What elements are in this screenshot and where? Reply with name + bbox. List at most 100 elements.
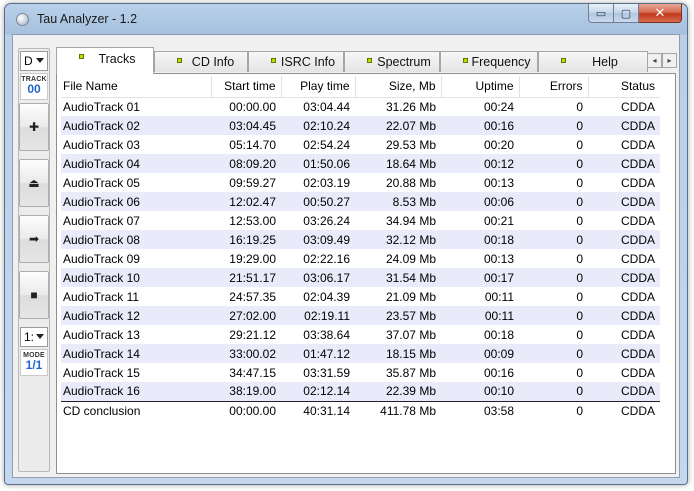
table-row[interactable]: AudioTrack 12 27:02.00 02:19.11 23.57 Mb 00:…: [61, 306, 660, 325]
cell-play-time: 03:04.44: [303, 99, 350, 114]
cell-play-time: 00:50.27: [281, 192, 355, 211]
cell-size: 23.57 Mb: [355, 306, 441, 325]
cell-status: CDDA: [620, 137, 655, 152]
cell-start-time: 27:02.00: [211, 306, 281, 325]
tab-help[interactable]: Help: [538, 51, 648, 72]
cell-play-time: 03:38.64: [303, 327, 350, 342]
tab-scroll-left-button[interactable]: ◂: [647, 53, 662, 68]
cell-status: CDDA: [588, 344, 660, 363]
column-header-file-name[interactable]: File Name: [61, 76, 212, 98]
cell-file-name: AudioTrack 13: [63, 327, 140, 342]
cell-errors: 0: [576, 137, 583, 152]
tab-frequency[interactable]: Frequency: [440, 51, 538, 72]
summary-row[interactable]: CD conclusion 00:00.00 40:31.14 411.78 M…: [61, 400, 660, 421]
table-row[interactable]: AudioTrack 05 09:59.27 02:03.19 20.88 Mb 00:…: [61, 173, 660, 192]
table-row[interactable]: AudioTrack 04 08:09.20 01:50.06 18.64 Mb 00:…: [61, 154, 660, 173]
cell-errors: 0: [519, 230, 588, 249]
cell-uptime: 00:16: [483, 365, 514, 380]
tab-tracks[interactable]: Tracks: [56, 47, 154, 74]
minimize-button[interactable]: ▭: [588, 4, 614, 23]
cell-status: CDDA: [620, 99, 655, 114]
column-header-row: File Name Start time Play time Size, Mb …: [61, 76, 660, 98]
cell-errors: 0: [519, 116, 588, 135]
table-row[interactable]: AudioTrack 08 16:19.25 03:09.49 32.12 Mb 00:…: [61, 230, 660, 249]
tab-isrc-info[interactable]: ISRC Info: [248, 51, 344, 72]
eject-button[interactable]: ⏏: [19, 159, 49, 207]
cell-play-time: 02:10.24: [281, 116, 355, 135]
cell-errors: 0: [576, 213, 583, 228]
column-header-status[interactable]: Status: [588, 76, 660, 98]
window-controls: ▭ ▢ ✕: [588, 4, 682, 23]
cell-status: CDDA: [588, 230, 660, 249]
app-window: Tau Analyzer - 1.2 ▭ ▢ ✕ D TRACK 00 ✚ ⏏: [4, 3, 688, 485]
cell-start-time: 16:19.25: [211, 230, 281, 249]
cell-play-time: 02:12.14: [281, 382, 355, 401]
maximize-button[interactable]: ▢: [614, 4, 639, 23]
drive-select[interactable]: D: [20, 51, 48, 71]
tab-label: Help: [592, 55, 618, 69]
summary-status: CDDA: [588, 400, 660, 421]
cell-file-name: AudioTrack 08: [61, 230, 211, 249]
table-row[interactable]: AudioTrack 02 03:04.45 02:10.24 22.07 Mb 00:…: [61, 116, 660, 135]
cell-status: CDDA: [620, 251, 655, 266]
stop-icon: ■: [30, 288, 38, 302]
cell-errors: 0: [576, 175, 583, 190]
app-icon[interactable]: [16, 13, 29, 26]
close-button[interactable]: ✕: [639, 4, 682, 23]
cell-play-time: 01:50.06: [281, 154, 355, 173]
track-counter-value: 00: [27, 82, 41, 96]
add-button[interactable]: ✚: [19, 103, 49, 151]
cell-uptime: 00:11: [484, 289, 514, 304]
column-header-errors[interactable]: Errors: [519, 76, 589, 98]
speed-select-value: 1:: [24, 330, 35, 344]
cell-errors: 0: [576, 99, 583, 114]
table-row[interactable]: AudioTrack 13 29:21.12 03:38.64 37.07 Mb 00:…: [61, 325, 660, 344]
cell-errors: 0: [519, 192, 588, 211]
cell-start-time: 34:47.15: [229, 365, 276, 380]
table-row[interactable]: AudioTrack 11 24:57.35 02:04.39 21.09 Mb 00:…: [61, 287, 660, 306]
cell-start-time: 05:14.70: [229, 137, 276, 152]
cell-size: 22.07 Mb: [355, 116, 441, 135]
cell-file-name: AudioTrack 12: [61, 306, 211, 325]
cell-file-name: AudioTrack 04: [61, 154, 211, 173]
table-row[interactable]: AudioTrack 10 21:51.17 03:06.17 31.54 Mb 00:…: [61, 268, 660, 287]
cell-uptime: 00:24: [483, 99, 514, 114]
plus-icon: ✚: [28, 120, 40, 134]
column-header-play-time[interactable]: Play time: [281, 76, 356, 98]
tab-spectrum[interactable]: Spectrum: [344, 51, 440, 72]
cell-uptime: 00:09: [441, 344, 519, 363]
cell-play-time: 02:04.39: [303, 289, 350, 304]
cell-errors: 0: [519, 268, 588, 287]
cell-status: CDDA: [588, 116, 660, 135]
cell-file-name: AudioTrack 07: [63, 213, 140, 228]
cell-uptime: 00:13: [483, 175, 514, 190]
table-row[interactable]: AudioTrack 15 34:47.15 03:31.59 35.87 Mb 00:…: [61, 363, 660, 382]
stop-button[interactable]: ■: [19, 271, 49, 319]
table-row[interactable]: AudioTrack 06 12:02.47 00:50.27 8.53 Mb 00:0…: [61, 192, 660, 211]
title-bar[interactable]: Tau Analyzer - 1.2 ▭ ▢ ✕: [5, 4, 687, 34]
column-header-uptime[interactable]: Uptime: [441, 76, 520, 98]
column-header-start-time[interactable]: Start time: [211, 76, 282, 98]
cell-uptime: 00:16: [441, 116, 519, 135]
table-row[interactable]: AudioTrack 07 12:53.00 03:26.24 34.94 Mb 00:…: [61, 211, 660, 230]
cell-uptime: 00:10: [441, 382, 519, 401]
column-header-size[interactable]: Size, Mb: [355, 76, 442, 98]
table-row[interactable]: AudioTrack 03 05:14.70 02:54.24 29.53 Mb 00:…: [61, 135, 660, 154]
cell-uptime: 00:06: [441, 192, 519, 211]
cell-size: 18.64 Mb: [355, 154, 441, 173]
summary-size: 411.78 Mb: [355, 400, 441, 421]
tab-scroll-right-button[interactable]: ▸: [662, 53, 677, 68]
tab-cd-info[interactable]: CD Info: [154, 51, 248, 72]
cell-play-time: 03:06.17: [281, 268, 355, 287]
table-row[interactable]: AudioTrack 16 38:19.00 02:12.14 22.39 Mb 00:…: [61, 382, 660, 401]
table-row[interactable]: AudioTrack 01 00:00.00 03:04.44 31.26 Mb 00:…: [61, 97, 660, 116]
close-icon: ✕: [654, 5, 666, 20]
table-row[interactable]: AudioTrack 09 19:29.00 02:22.16 24.09 Mb 00:…: [61, 249, 660, 268]
speed-select[interactable]: 1:: [20, 327, 48, 347]
cell-status: CDDA: [620, 289, 655, 304]
arrow-right-icon: ➡: [28, 232, 40, 246]
table-row[interactable]: AudioTrack 14 33:00.02 01:47.12 18.15 Mb 00:…: [61, 344, 660, 363]
next-button[interactable]: ➡: [19, 215, 49, 263]
cell-file-name: AudioTrack 10: [61, 268, 211, 287]
eject-icon: ⏏: [28, 176, 40, 190]
